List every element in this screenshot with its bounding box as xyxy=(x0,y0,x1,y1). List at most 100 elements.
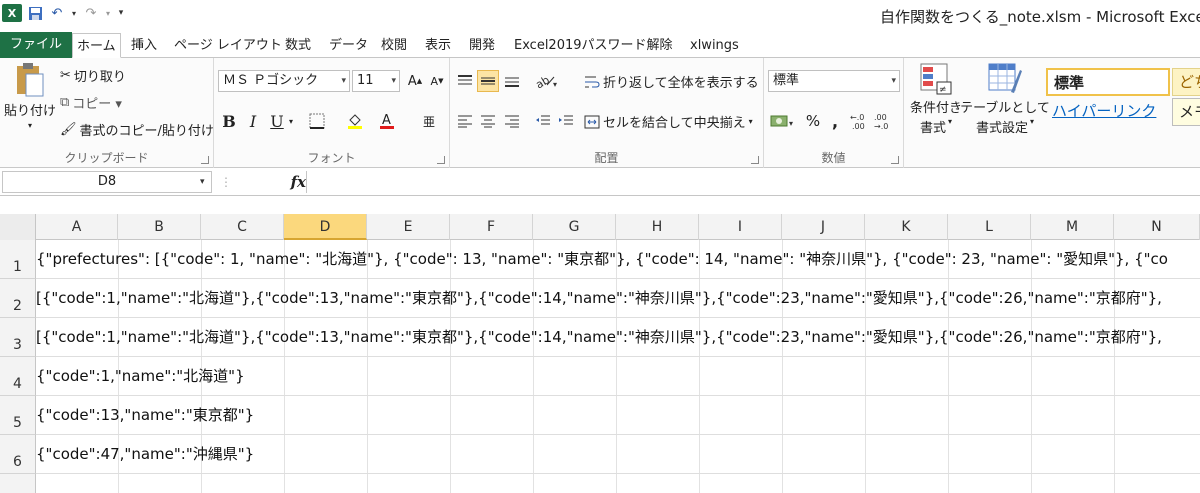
row-header-7[interactable] xyxy=(0,474,36,493)
column-header-i[interactable]: I xyxy=(699,214,782,240)
undo-icon[interactable]: ↶ xyxy=(48,4,66,22)
font-name-select[interactable]: ＭＳ Ｐゴシック ▾ xyxy=(218,70,350,92)
format-as-table-button[interactable]: テーブルとして 書式設定 ▾ xyxy=(960,62,1050,136)
borders-icon xyxy=(309,113,325,129)
comma-style-button[interactable]: , xyxy=(824,110,846,132)
column-header-d[interactable]: D xyxy=(284,214,367,240)
tab-view[interactable]: 表示 xyxy=(421,33,455,58)
tab-developer[interactable]: 開発 xyxy=(465,33,499,58)
font-launcher-icon[interactable] xyxy=(437,156,445,164)
align-right-button[interactable] xyxy=(501,110,523,132)
font-size-select[interactable]: 11 ▾ xyxy=(352,70,400,92)
alignment-launcher-icon[interactable] xyxy=(751,156,759,164)
column-header-e[interactable]: E xyxy=(367,214,450,240)
accounting-format-button[interactable]: ▾ xyxy=(768,110,798,132)
select-all-corner[interactable] xyxy=(0,214,36,240)
align-top-button[interactable] xyxy=(454,70,476,92)
redo-dropdown-icon[interactable]: ▾ xyxy=(104,4,112,22)
undo-dropdown-icon[interactable]: ▾ xyxy=(70,4,78,22)
column-header-m[interactable]: M xyxy=(1031,214,1114,240)
italic-button[interactable]: I xyxy=(242,110,264,132)
tab-home[interactable]: ホーム xyxy=(72,33,121,58)
cell-a1[interactable]: {"prefectures": [{"code": 1, "name": "北海… xyxy=(36,248,1168,269)
excel-logo-icon[interactable]: X xyxy=(2,4,22,22)
column-header-n[interactable]: N xyxy=(1114,214,1200,240)
borders-button[interactable] xyxy=(306,110,328,132)
formula-input[interactable] xyxy=(306,171,1198,193)
percent-button[interactable]: % xyxy=(802,110,824,132)
conditional-formatting-button[interactable]: ≠ 条件付き 書式 ▾ xyxy=(906,62,966,136)
merge-center-button[interactable]: セルを結合して中央揃え ▾ xyxy=(584,112,753,131)
increase-decimal-button[interactable]: ←.0.00 xyxy=(850,110,872,132)
svg-text:▾: ▾ xyxy=(789,119,793,128)
chevron-down-icon[interactable]: ▾ xyxy=(200,177,205,187)
column-header-j[interactable]: J xyxy=(782,214,865,240)
underline-button[interactable]: U xyxy=(266,110,288,132)
increase-indent-button[interactable] xyxy=(555,110,577,132)
wrap-text-button[interactable]: 折り返して全体を表示する xyxy=(584,72,759,91)
underline-dropdown-icon[interactable]: ▾ xyxy=(286,110,296,132)
paste-button[interactable]: 貼り付け ▾ xyxy=(4,62,56,130)
row-header-1[interactable]: 1 xyxy=(0,240,36,279)
column-header-k[interactable]: K xyxy=(865,214,948,240)
tab-data[interactable]: データ xyxy=(325,33,372,58)
format-painter-button[interactable]: 🖌 書式のコピー/貼り付け xyxy=(60,120,214,139)
style-hyperlink[interactable]: ハイパーリンク xyxy=(1046,98,1170,126)
column-header-b[interactable]: B xyxy=(118,214,201,240)
bold-button[interactable]: B xyxy=(218,110,240,132)
wrap-text-icon xyxy=(584,74,600,90)
align-left-button[interactable] xyxy=(454,110,476,132)
align-middle-icon xyxy=(481,77,495,85)
row-header-6[interactable]: 6 xyxy=(0,435,36,474)
align-bottom-button[interactable] xyxy=(501,70,523,92)
redo-icon[interactable]: ↷ xyxy=(82,4,100,22)
decrease-indent-button[interactable] xyxy=(532,110,554,132)
column-header-g[interactable]: G xyxy=(533,214,616,240)
font-color-button[interactable]: A xyxy=(376,110,398,132)
cell-a6[interactable]: {"code":47,"name":"沖縄県"} xyxy=(36,443,254,464)
column-header-a[interactable]: A xyxy=(36,214,118,240)
tab-insert[interactable]: 挿入 xyxy=(127,33,161,58)
customize-qat-icon[interactable]: ▾ xyxy=(116,4,126,22)
cell-a5[interactable]: {"code":13,"name":"東京都"} xyxy=(36,404,254,425)
align-center-button[interactable] xyxy=(477,110,499,132)
tab-file[interactable]: ファイル xyxy=(0,32,73,58)
clipboard-launcher-icon[interactable] xyxy=(201,156,209,164)
tab-page-layout[interactable]: ページ レイアウト xyxy=(170,33,286,58)
row-header-4[interactable]: 4 xyxy=(0,357,36,396)
font-group: ＭＳ Ｐゴシック ▾ 11 ▾ A ▲ A ▼ B I U ▾ A 亜 フォント xyxy=(214,58,450,168)
row-header-3[interactable]: 3 xyxy=(0,318,36,357)
insert-function-button[interactable]: fx xyxy=(291,173,306,191)
cell-a2[interactable]: [{"code":1,"name":"北海道"},{"code":13,"nam… xyxy=(36,287,1162,308)
number-format-select[interactable]: 標準 ▾ xyxy=(768,70,900,92)
column-header-c[interactable]: C xyxy=(201,214,284,240)
tab-review[interactable]: 校閲 xyxy=(377,33,411,58)
cell-a4[interactable]: {"code":1,"name":"北海道"} xyxy=(36,365,245,386)
style-memo[interactable]: メモ xyxy=(1172,98,1200,126)
name-box[interactable]: D8 xyxy=(2,171,212,193)
cut-button[interactable]: ✂ 切り取り xyxy=(60,66,126,85)
grow-font-button[interactable]: A ▲ xyxy=(404,70,426,92)
number-launcher-icon[interactable] xyxy=(891,156,899,164)
row-header-2[interactable]: 2 xyxy=(0,279,36,318)
shrink-font-button[interactable]: A ▼ xyxy=(426,70,448,92)
style-neutral[interactable]: どち xyxy=(1172,68,1200,96)
style-normal[interactable]: 標準 xyxy=(1046,68,1170,96)
tab-formulas[interactable]: 数式 xyxy=(281,33,315,58)
save-icon[interactable] xyxy=(26,4,44,22)
column-header-h[interactable]: H xyxy=(616,214,699,240)
tab-excel2019-password[interactable]: Excel2019パスワード解除 xyxy=(510,33,677,58)
orientation-button[interactable]: ab ▾ xyxy=(532,70,560,92)
fill-color-button[interactable] xyxy=(344,110,366,132)
copy-button[interactable]: ⧉ コピー ▾ xyxy=(60,93,122,112)
decrease-decimal-button[interactable]: .00 →.0 xyxy=(874,110,896,132)
font-size-value: 11 xyxy=(357,73,374,88)
align-middle-button[interactable] xyxy=(477,70,499,92)
cell-a3[interactable]: [{"code":1,"name":"北海道"},{"code":13,"nam… xyxy=(36,326,1162,347)
format-as-table-label-1: テーブルとして xyxy=(960,101,1050,116)
row-header-5[interactable]: 5 xyxy=(0,396,36,435)
phonetic-button[interactable]: 亜 xyxy=(418,110,440,132)
column-header-f[interactable]: F xyxy=(450,214,533,240)
column-header-l[interactable]: L xyxy=(948,214,1031,240)
tab-xlwings[interactable]: xlwings xyxy=(686,33,743,58)
